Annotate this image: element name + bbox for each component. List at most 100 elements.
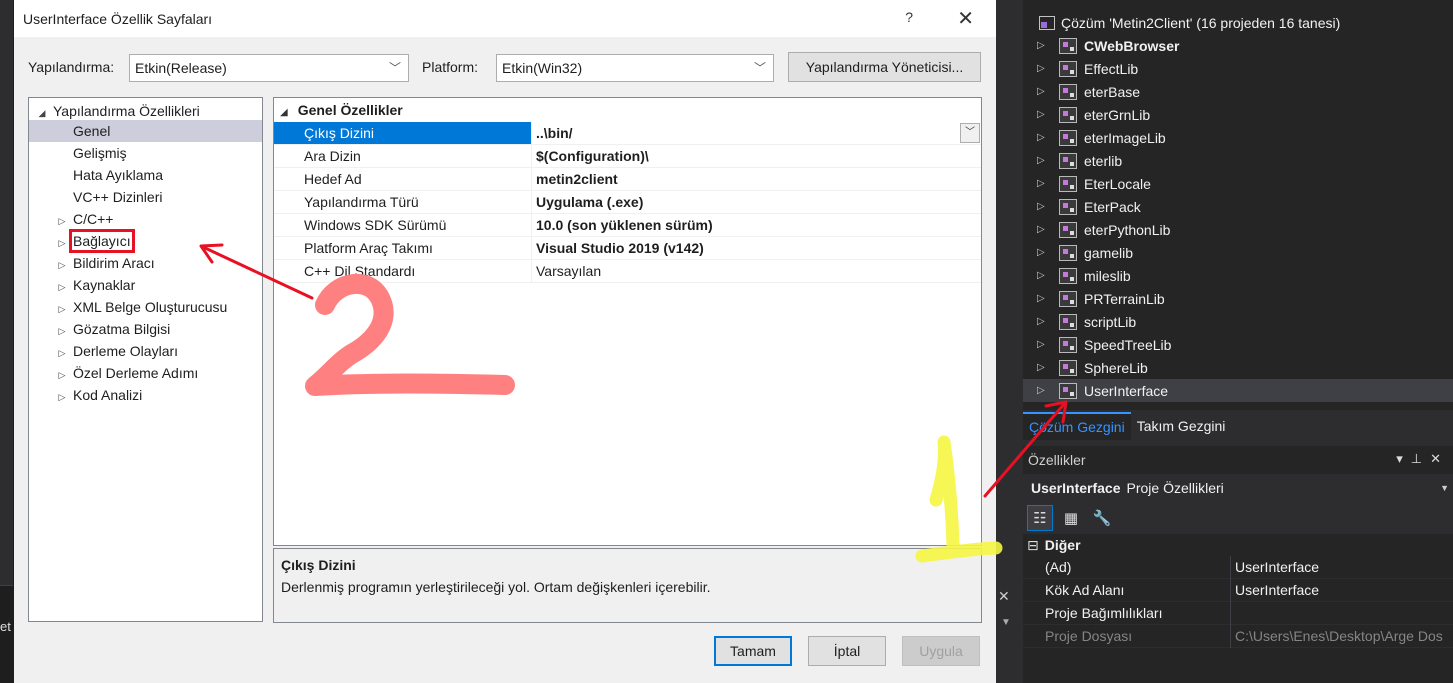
tree-item-1[interactable]: Genel — [29, 120, 262, 142]
expand-arrow-icon[interactable]: ▷ — [1037, 109, 1059, 120]
chevron-down-icon[interactable]: ▼ — [1001, 617, 1011, 628]
property-pages-icon[interactable]: ▦ — [1058, 505, 1084, 531]
grid-row[interactable]: Yapılandırma Türü Uygulama (.exe) — [274, 191, 981, 214]
project-item[interactable]: ▷ mileslib — [1023, 264, 1453, 287]
expand-arrow-icon[interactable]: ▷ — [1037, 224, 1059, 235]
collapse-icon[interactable]: ⊟ — [1027, 537, 1039, 554]
tree-item-2[interactable]: Gelişmiş — [29, 142, 262, 164]
project-item[interactable]: ▷ SpeedTreeLib — [1023, 333, 1453, 356]
cancel-button[interactable]: İptal — [808, 636, 886, 666]
expand-arrow-icon[interactable]: ▷ — [1037, 293, 1059, 304]
tree-item-7[interactable]: ▷ Bildirim Aracı — [29, 252, 262, 274]
expand-arrow-icon[interactable]: ▷ — [1037, 132, 1059, 143]
expand-arrow-icon[interactable]: ▷ — [1037, 247, 1059, 258]
expand-arrow-icon[interactable]: ▷ — [55, 342, 69, 364]
expand-arrow-icon[interactable]: ▷ — [55, 254, 69, 276]
project-item[interactable]: ▷ PRTerrainLib — [1023, 287, 1453, 310]
grid-row[interactable]: Windows SDK Sürümü 10.0 (son yüklenen sür… — [274, 214, 981, 237]
grid-row[interactable]: C++ Dil Standardı Varsayılan — [274, 260, 981, 283]
tree-item-0[interactable]: ◢ Yapılandırma Özellikleri — [29, 98, 262, 120]
tree-item-5[interactable]: ▷ C/C++ — [29, 208, 262, 230]
expand-arrow-icon[interactable]: ▷ — [55, 320, 69, 342]
grid-row-value[interactable]: Visual Studio 2019 (v142) — [532, 237, 981, 259]
project-item[interactable]: ▷ CWebBrowser — [1023, 34, 1453, 57]
expand-arrow-icon[interactable]: ▷ — [55, 386, 69, 408]
project-item[interactable]: ▷ gamelib — [1023, 241, 1453, 264]
property-row[interactable]: Proje Bağımlılıkları — [1023, 601, 1453, 625]
property-row[interactable]: Proje Dosyası C:\Users\Enes\Desktop\Arge … — [1023, 624, 1453, 648]
solution-root[interactable]: Çözüm 'Metin2Client' (16 projeden 16 tan… — [1039, 12, 1340, 34]
grid-row[interactable]: Ara Dizin $(Configuration)\ — [274, 145, 981, 168]
wrench-icon[interactable]: 🔧 — [1089, 505, 1115, 531]
project-item[interactable]: ▷ eterBase — [1023, 80, 1453, 103]
properties-object-selector[interactable]: UserInterface Proje Özellikleri ▼ — [1023, 474, 1453, 502]
categorized-icon[interactable]: ☷ — [1027, 505, 1053, 531]
ok-button[interactable]: Tamam — [714, 636, 792, 666]
expand-arrow-icon[interactable]: ▷ — [55, 298, 69, 320]
properties-category[interactable]: ⊟ Diğer — [1023, 534, 1453, 556]
expand-arrow-icon[interactable]: ▷ — [1037, 385, 1059, 396]
project-item[interactable]: ▷ eterPythonLib — [1023, 218, 1453, 241]
expand-arrow-icon[interactable]: ▷ — [1037, 362, 1059, 373]
project-item[interactable]: ▷ eterlib — [1023, 149, 1453, 172]
expand-arrow-icon[interactable]: ▷ — [1037, 155, 1059, 166]
project-item[interactable]: ▷ SphereLib — [1023, 356, 1453, 379]
properties-window-buttons[interactable]: ▾⊥✕ — [1396, 451, 1449, 467]
tree-item-12[interactable]: ▷ Özel Derleme Adımı — [29, 362, 262, 384]
project-item[interactable]: ▷ EterLocale — [1023, 172, 1453, 195]
expand-arrow-icon[interactable]: ▷ — [1037, 270, 1059, 281]
grid-row[interactable]: Hedef Ad metin2client — [274, 168, 981, 191]
grid-category[interactable]: ◢ Genel Özellikler — [274, 98, 981, 122]
expand-arrow-icon[interactable]: ▷ — [1037, 201, 1059, 212]
tab-team-explorer[interactable]: Takım Gezgini — [1131, 412, 1232, 440]
property-row[interactable]: (Ad) UserInterface — [1023, 555, 1453, 579]
configuration-select[interactable]: Etkin(Release) ﹀ — [129, 54, 409, 82]
grid-row-value[interactable]: $(Configuration)\ — [532, 145, 981, 167]
tree-item-6[interactable]: ▷ Bağlayıcı — [29, 229, 262, 254]
platform-select[interactable]: Etkin(Win32) ﹀ — [496, 54, 774, 82]
grid-row[interactable]: Çıkış Dizini ..\bin/ ﹀ — [274, 122, 981, 145]
expand-arrow-icon[interactable]: ▷ — [1037, 178, 1059, 189]
help-button[interactable]: ? — [905, 9, 913, 25]
project-item[interactable]: ▷ eterGrnLib — [1023, 103, 1453, 126]
project-item[interactable]: ▷ scriptLib — [1023, 310, 1453, 333]
expand-arrow-icon[interactable]: ▷ — [55, 210, 69, 232]
apply-button[interactable]: Uygula — [902, 636, 980, 666]
configuration-manager-button[interactable]: Yapılandırma Yöneticisi... — [788, 52, 981, 82]
collapse-arrow-icon[interactable]: ◢ — [280, 107, 288, 118]
property-value[interactable]: UserInterface — [1230, 555, 1453, 579]
close-icon[interactable]: ✕ — [998, 588, 1010, 605]
tree-item-9[interactable]: ▷ XML Belge Oluşturucusu — [29, 296, 262, 318]
expand-arrow-icon[interactable]: ▷ — [1037, 86, 1059, 97]
expand-arrow-icon[interactable]: ▷ — [1037, 339, 1059, 350]
expand-arrow-icon[interactable]: ▷ — [55, 232, 69, 254]
expand-arrow-icon[interactable]: ▷ — [1037, 316, 1059, 327]
grid-row-value[interactable]: metin2client — [532, 168, 981, 190]
expand-arrow-icon[interactable]: ▷ — [55, 364, 69, 386]
grid-row-value[interactable]: ..\bin/ ﹀ — [532, 122, 981, 144]
close-button[interactable]: ✕ — [957, 6, 974, 31]
grid-row-value[interactable]: 10.0 (son yüklenen sürüm) — [532, 214, 981, 236]
expand-arrow-icon[interactable]: ▷ — [1037, 63, 1059, 74]
expand-arrow-icon[interactable]: ▷ — [1037, 40, 1059, 51]
tree-item-13[interactable]: ▷ Kod Analizi — [29, 384, 262, 406]
grid-row-value[interactable]: Varsayılan — [532, 260, 981, 282]
tree-item-4[interactable]: VC++ Dizinleri — [29, 186, 262, 208]
property-value[interactable]: C:\Users\Enes\Desktop\Arge Dos — [1230, 624, 1453, 648]
project-item[interactable]: ▷ UserInterface — [1023, 379, 1453, 402]
tree-item-3[interactable]: Hata Ayıklama — [29, 164, 262, 186]
property-row[interactable]: Kök Ad Alanı UserInterface — [1023, 578, 1453, 602]
dropdown-button[interactable]: ﹀ — [960, 123, 980, 143]
grid-row-value[interactable]: Uygulama (.exe) — [532, 191, 981, 213]
project-item[interactable]: ▷ EterPack — [1023, 195, 1453, 218]
tree-item-8[interactable]: ▷ Kaynaklar — [29, 274, 262, 296]
property-value[interactable] — [1230, 601, 1453, 625]
grid-row[interactable]: Platform Araç Takımı Visual Studio 2019 (… — [274, 237, 981, 260]
property-value[interactable]: UserInterface — [1230, 578, 1453, 602]
expand-arrow-icon[interactable]: ▷ — [55, 276, 69, 298]
tab-solution-explorer[interactable]: Çözüm Gezgini — [1023, 412, 1131, 440]
project-item[interactable]: ▷ EffectLib — [1023, 57, 1453, 80]
project-item[interactable]: ▷ eterImageLib — [1023, 126, 1453, 149]
tree-item-10[interactable]: ▷ Gözatma Bilgisi — [29, 318, 262, 340]
tree-item-11[interactable]: ▷ Derleme Olayları — [29, 340, 262, 362]
